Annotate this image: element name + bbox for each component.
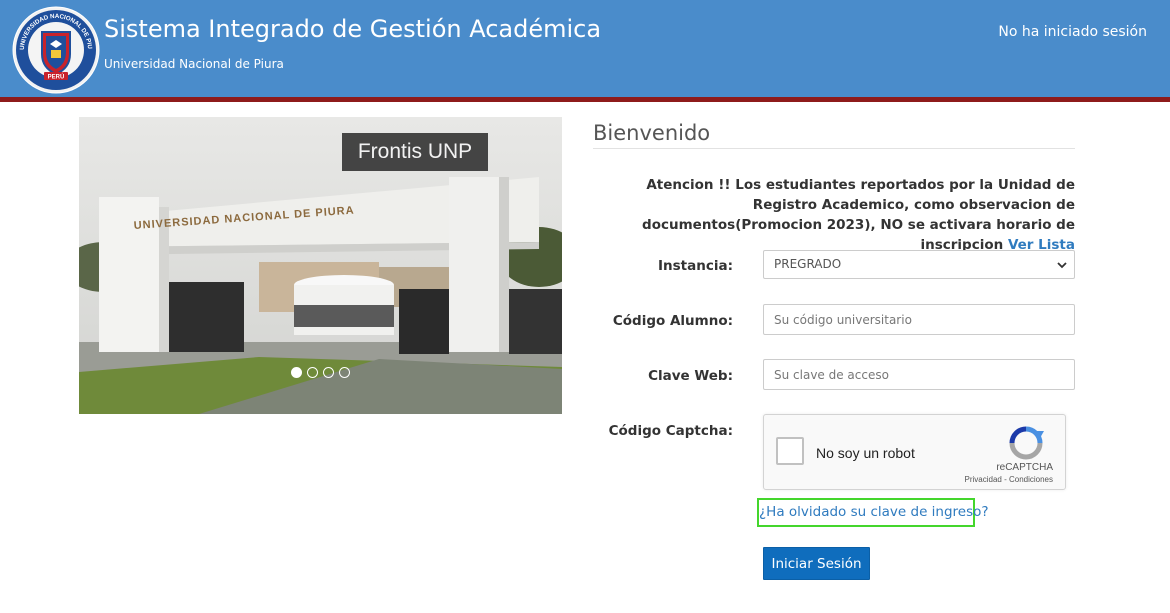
forgot-password-link[interactable]: ¿Ha olvidado su clave de ingreso? bbox=[757, 498, 989, 527]
carousel-dot-3[interactable] bbox=[323, 367, 334, 378]
instancia-label: Instancia: bbox=[658, 258, 733, 274]
recaptcha-checkbox[interactable] bbox=[776, 437, 804, 465]
session-status-link[interactable]: No ha iniciado sesión bbox=[998, 24, 1147, 40]
recaptcha-widget: No soy un robot reCAPTCHA Privacidad - C… bbox=[763, 414, 1066, 490]
heading-divider bbox=[593, 148, 1075, 149]
chevron-down-icon bbox=[1057, 262, 1067, 269]
carousel-dot-4[interactable] bbox=[339, 367, 350, 378]
recaptcha-brand: reCAPTCHA bbox=[996, 462, 1053, 473]
recaptcha-label: No soy un robot bbox=[816, 445, 915, 461]
top-header: UNIVERSIDAD NACIONAL DE PIURAPERÚ Sistem… bbox=[0, 0, 1170, 97]
image-carousel[interactable]: UNIVERSIDAD NACIONAL DE PIURA Frontis UN… bbox=[79, 117, 562, 414]
captcha-label: Código Captcha: bbox=[608, 423, 733, 439]
recaptcha-icon bbox=[1009, 426, 1044, 460]
clave-web-input[interactable] bbox=[763, 359, 1075, 390]
app-title: Sistema Integrado de Gestión Académica bbox=[104, 15, 602, 43]
notice-message: Atencion !! Los estudiantes reportados p… bbox=[593, 175, 1075, 255]
welcome-heading: Bienvenido bbox=[593, 121, 711, 145]
carousel-dot-2[interactable] bbox=[307, 367, 318, 378]
codigo-alumno-label: Código Alumno: bbox=[612, 313, 733, 329]
header-accent-bar bbox=[0, 97, 1170, 102]
university-seal-icon[interactable]: UNIVERSIDAD NACIONAL DE PIURAPERÚ bbox=[12, 6, 100, 94]
app-subtitle: Universidad Nacional de Piura bbox=[104, 57, 284, 71]
login-button[interactable]: Iniciar Sesión bbox=[763, 547, 870, 580]
clave-web-label: Clave Web: bbox=[648, 368, 733, 384]
carousel-dot-1[interactable] bbox=[291, 367, 302, 378]
carousel-indicators bbox=[291, 367, 350, 378]
instancia-selected-value: PREGRADO bbox=[774, 257, 842, 271]
codigo-alumno-input[interactable] bbox=[763, 304, 1075, 335]
carousel-caption: Frontis UNP bbox=[342, 133, 488, 171]
recaptcha-terms-link[interactable]: Privacidad - Condiciones bbox=[965, 475, 1054, 484]
seal-bottom-text: PERÚ bbox=[48, 74, 65, 81]
instancia-select[interactable]: PREGRADO bbox=[763, 250, 1075, 279]
